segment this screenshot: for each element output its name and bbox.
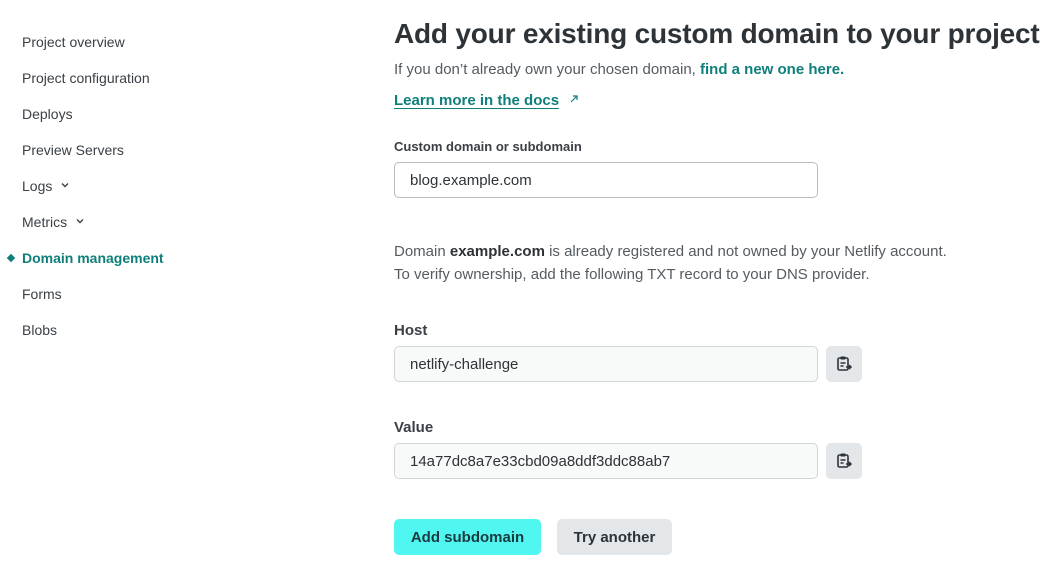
chevron-down-icon	[61, 183, 69, 188]
copy-clipboard-icon	[837, 356, 853, 371]
sidebar-item-label: Domain management	[22, 250, 164, 266]
find-domain-link[interactable]: find a new one here.	[700, 61, 844, 78]
sidebar-item-domain-management[interactable]: Domain management	[22, 248, 164, 268]
copy-clipboard-icon	[837, 453, 853, 468]
sidebar-item-project-overview[interactable]: Project overview	[22, 32, 125, 52]
info-prefix: Domain	[394, 243, 450, 260]
sidebar-item-blobs[interactable]: Blobs	[22, 320, 57, 340]
sidebar-item-label: Forms	[22, 286, 62, 302]
sidebar-item-label: Blobs	[22, 322, 58, 338]
info-line-1: Domain example.com is already registered…	[394, 240, 947, 263]
active-diamond-icon	[6, 253, 16, 263]
sidebar-item-label: Metrics	[22, 214, 68, 230]
copy-host-button[interactable]	[826, 346, 862, 382]
host-label: Host	[394, 322, 428, 339]
try-another-button[interactable]: Try another	[557, 519, 672, 555]
sidebar-item-deploys[interactable]: Deploys	[22, 104, 73, 124]
sidebar-item-label: Project overview	[22, 34, 125, 50]
info-line-2: To verify ownership, add the following T…	[394, 266, 870, 283]
value-label: Value	[394, 419, 434, 436]
sidebar-item-forms[interactable]: Forms	[22, 284, 62, 304]
docs-link[interactable]: Learn more in the docs	[394, 92, 579, 109]
sidebar-item-label: Project configuration	[22, 70, 150, 86]
host-field[interactable]	[394, 346, 818, 382]
info-suffix: is already registered and not owned by y…	[544, 243, 947, 260]
sidebar-item-label: Deploys	[22, 106, 73, 122]
chevron-down-icon	[76, 219, 84, 224]
custom-domain-input[interactable]	[394, 162, 818, 198]
page-title: Add your existing custom domain to your …	[394, 18, 1040, 49]
docs-link-label: Learn more in the docs	[394, 92, 560, 109]
sidebar-item-label: Logs	[22, 178, 53, 194]
ownership-info: Domain example.com is already registered…	[394, 240, 947, 286]
copy-value-button[interactable]	[826, 443, 862, 479]
external-link-icon	[570, 95, 578, 103]
sidebar-item-project-configuration[interactable]: Project configuration	[22, 68, 150, 88]
value-field[interactable]	[394, 443, 818, 479]
sidebar-item-preview-servers[interactable]: Preview Servers	[22, 140, 124, 160]
info-domain: example.com	[449, 243, 545, 260]
add-subdomain-button[interactable]: Add subdomain	[394, 519, 541, 555]
subtitle-text: If you don’t already own your chosen dom…	[394, 61, 701, 78]
sidebar-item-metrics[interactable]: Metrics	[22, 212, 85, 232]
sidebar-item-logs[interactable]: Logs	[22, 176, 70, 196]
subtitle: If you don’t already own your chosen dom…	[394, 61, 844, 78]
domain-field-label: Custom domain or subdomain	[394, 139, 582, 154]
sidebar-item-label: Preview Servers	[22, 142, 124, 158]
